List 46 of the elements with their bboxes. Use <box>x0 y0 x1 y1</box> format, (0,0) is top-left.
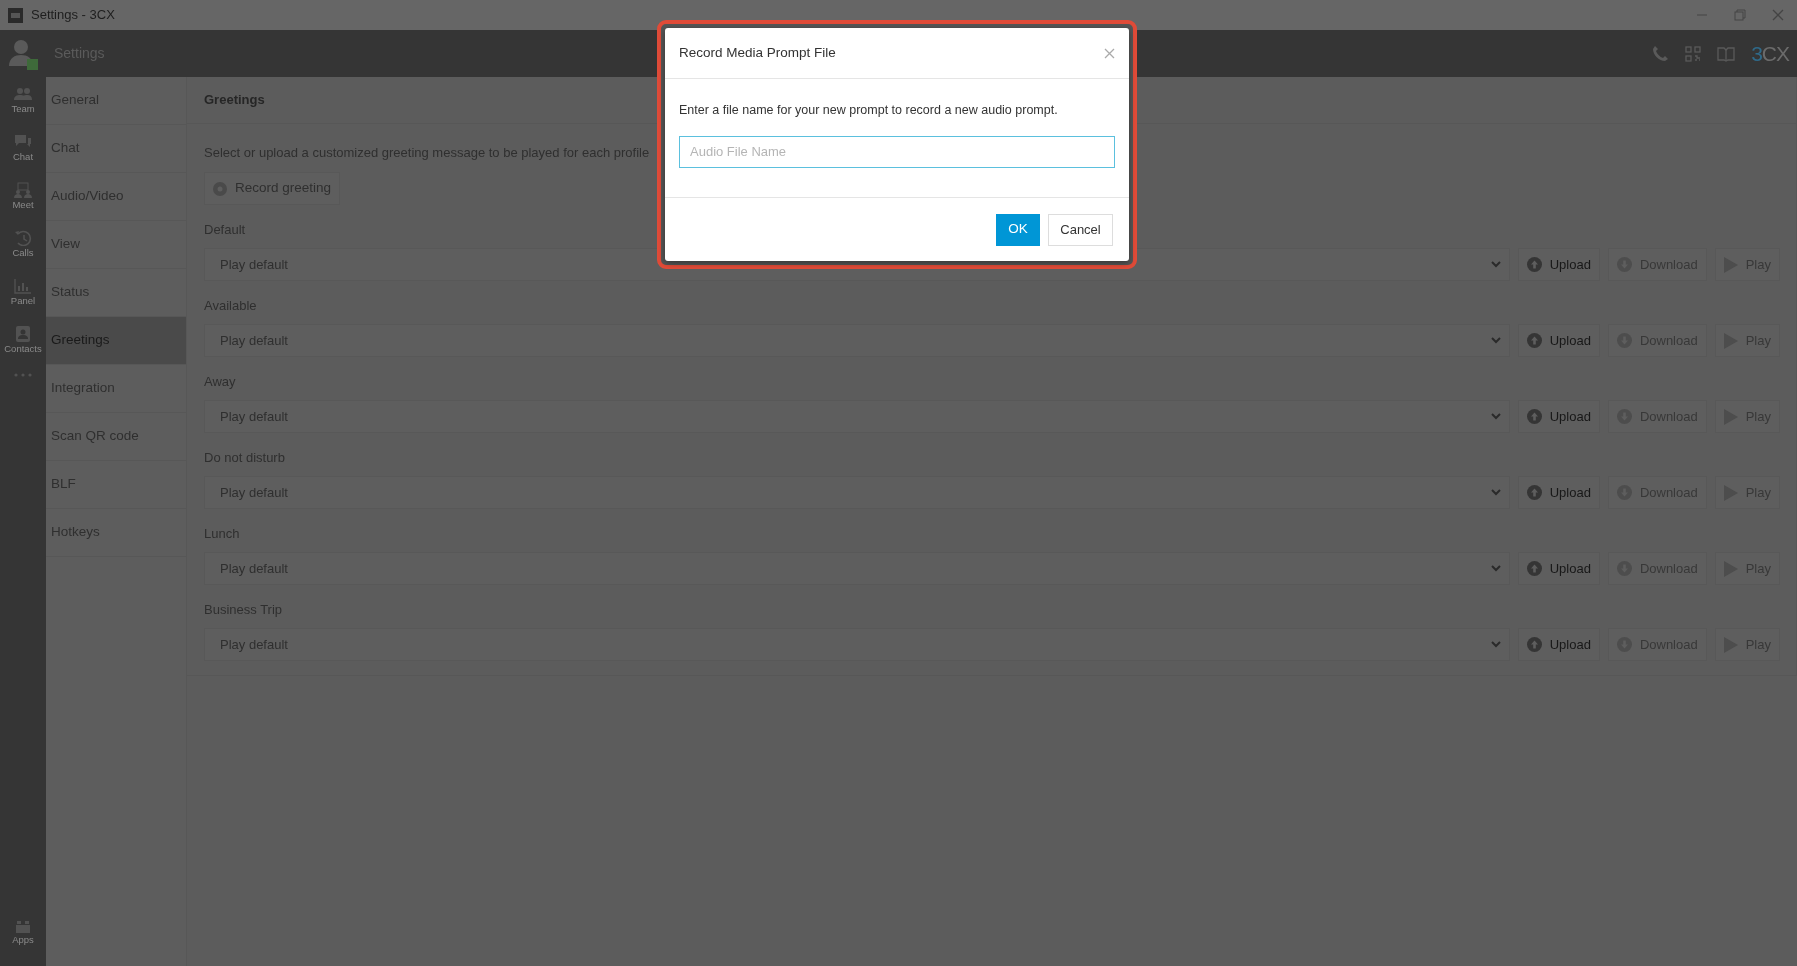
chevron-down-icon <box>1490 565 1501 572</box>
rail-label[interactable]: Meet <box>12 197 34 213</box>
upload-button[interactable]: Upload <box>1517 476 1600 509</box>
upload-button[interactable]: Upload <box>1517 552 1600 585</box>
meeting-icon[interactable] <box>14 181 32 198</box>
upload-icon <box>1526 485 1542 500</box>
upload-icon <box>1526 561 1542 576</box>
chevron-down-icon <box>1490 337 1501 344</box>
avatar-icon[interactable] <box>8 37 38 70</box>
logo: 3CX <box>1751 40 1789 67</box>
rail-label[interactable]: Contacts <box>4 341 42 357</box>
team-icon[interactable] <box>14 85 32 102</box>
rail-label[interactable]: Team <box>11 101 35 117</box>
chevron-down-icon <box>1490 489 1501 496</box>
rail-label[interactable]: Panel <box>10 293 36 309</box>
book-icon[interactable] <box>1717 45 1736 62</box>
apps-icon[interactable] <box>15 920 31 933</box>
chevron-down-icon <box>1490 261 1501 268</box>
rail-label[interactable]: Chat <box>12 149 34 165</box>
chevron-down-icon <box>1490 413 1501 420</box>
cancel-button[interactable]: Cancel <box>1048 213 1113 246</box>
chart-icon[interactable] <box>14 277 32 294</box>
ok-button[interactable]: OK <box>996 213 1040 246</box>
rail-label[interactable]: Calls <box>12 245 34 261</box>
dialog-title: Record Media Prompt File <box>679 43 836 62</box>
upload-button[interactable]: Upload <box>1517 248 1600 281</box>
phone-icon[interactable] <box>1652 45 1670 62</box>
upload-button[interactable]: Upload <box>1517 628 1600 661</box>
close-icon[interactable] <box>1104 47 1115 59</box>
upload-button[interactable]: Upload <box>1517 400 1600 433</box>
chevron-down-icon <box>1490 641 1501 648</box>
rail-label[interactable]: Apps <box>12 932 34 948</box>
window-title: Settings - 3CX <box>31 6 115 25</box>
history-icon[interactable] <box>14 229 32 246</box>
close-icon[interactable] <box>1771 8 1785 22</box>
restore-icon[interactable] <box>1733 8 1747 22</box>
file-name-field[interactable]: Audio File Name <box>679 135 1115 168</box>
contacts-icon[interactable] <box>14 325 32 342</box>
dialog-message: Enter a file name for your new prompt to record a new audio prompt. <box>679 103 1058 117</box>
upload-button[interactable]: Upload <box>1517 324 1600 357</box>
upload-icon <box>1526 333 1542 348</box>
upload-icon <box>1526 637 1542 652</box>
upload-icon <box>1526 257 1542 272</box>
qr-code-icon[interactable] <box>1685 45 1702 62</box>
upload-icon <box>1526 409 1542 424</box>
app-icon <box>8 7 23 23</box>
